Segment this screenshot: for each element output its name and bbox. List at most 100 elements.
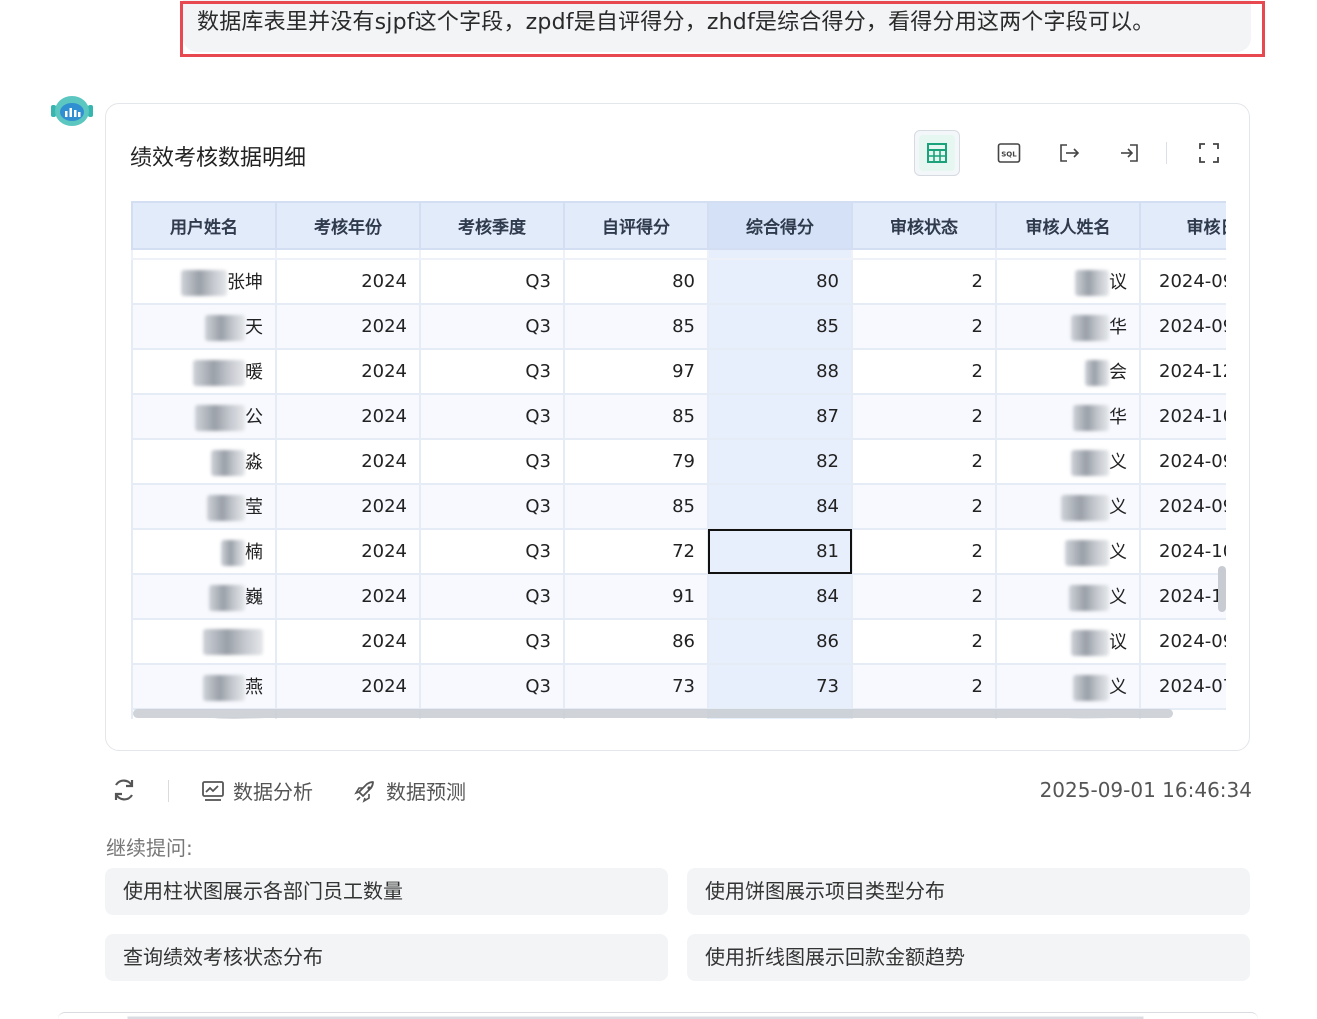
cell-self[interactable]: 79	[563, 438, 709, 485]
cell-total[interactable]: 86	[707, 618, 853, 665]
cell-reviewer[interactable]: 义	[995, 483, 1141, 530]
cell-reviewer[interactable]: 华	[995, 393, 1141, 440]
cell-name[interactable]: 天	[131, 303, 277, 350]
table-row[interactable]: 公 2024Q385872 华 2024-10	[131, 393, 1226, 440]
cell-year[interactable]: 2024	[275, 348, 421, 395]
table-row[interactable]: 暖 2024Q397882 会 2024-12	[131, 348, 1226, 395]
table-row[interactable]: 天2024Q385852华2024-09	[131, 303, 1226, 350]
cell-year[interactable]: 2024	[275, 303, 421, 350]
table-row[interactable]: 燕2024Q373732义2024-07	[131, 663, 1226, 710]
refresh-button[interactable]	[110, 776, 146, 804]
sql-button[interactable]: SQL	[986, 130, 1032, 176]
cell-status[interactable]: 2	[851, 258, 997, 305]
column-header-status[interactable]: 审核状态	[851, 201, 997, 250]
cell-quarter[interactable]: Q3	[419, 528, 565, 575]
data-table-container[interactable]: 用户姓名 考核年份 考核季度 自评得分 综合得分 审核状态 审核人姓名 审核日 …	[131, 201, 1226, 719]
suggestion-chip[interactable]: 使用折线图展示回款金额趋势	[687, 934, 1250, 981]
cell-name[interactable]: 公	[131, 393, 277, 440]
cell-status[interactable]: 2	[851, 483, 997, 530]
cell-quarter[interactable]: Q3	[419, 348, 565, 395]
cell-date[interactable]: 2024-10	[1139, 573, 1226, 620]
table-row[interactable]: 楠 2024Q372812 义 2024-10	[131, 528, 1226, 575]
cell-self[interactable]: 91	[563, 573, 709, 620]
cell-total[interactable]: 73	[707, 663, 853, 710]
cell-reviewer[interactable]: 义	[995, 663, 1141, 710]
cell-quarter[interactable]: Q3	[419, 438, 565, 485]
cell-reviewer[interactable]: 会	[995, 348, 1141, 395]
cell-date[interactable]: 2024-10	[1139, 393, 1226, 440]
cell-year[interactable]: 2024	[275, 618, 421, 665]
cell-date[interactable]: 2024-10	[1139, 528, 1226, 575]
column-header-quarter[interactable]: 考核季度	[419, 201, 565, 250]
cell-name[interactable]: 暖	[131, 348, 277, 395]
fullscreen-button[interactable]	[1186, 130, 1232, 176]
cell-name[interactable]: 巍	[131, 573, 277, 620]
table-view-button[interactable]	[914, 130, 960, 176]
cell-year[interactable]: 2024	[275, 438, 421, 485]
cell-reviewer[interactable]: 华	[995, 303, 1141, 350]
cell-name[interactable]: 楠	[131, 528, 277, 575]
suggestion-chip[interactable]: 查询绩效考核状态分布	[105, 934, 668, 981]
cell-date[interactable]: 2024-09	[1139, 483, 1226, 530]
data-analysis-button[interactable]: 数据分析	[201, 776, 313, 805]
cell-year[interactable]: 2024	[275, 528, 421, 575]
cell-year[interactable]: 2024	[275, 573, 421, 620]
cell-total[interactable]: 81	[707, 528, 853, 575]
cell-date[interactable]: 2024-09	[1139, 258, 1226, 305]
cell-status[interactable]: 2	[851, 303, 997, 350]
cell-self[interactable]: 85	[563, 483, 709, 530]
cell-self[interactable]: 85	[563, 393, 709, 440]
cell-total[interactable]: 84	[707, 573, 853, 620]
cell-name[interactable]: 淼	[131, 438, 277, 485]
cell-name[interactable]: 燕	[131, 663, 277, 710]
cell-quarter[interactable]: Q3	[419, 573, 565, 620]
cell-self[interactable]: 86	[563, 618, 709, 665]
table-row[interactable]: 淼 2024Q379822 义 2024-09	[131, 438, 1226, 485]
cell-quarter[interactable]: Q3	[419, 393, 565, 440]
cell-total[interactable]: 85	[707, 303, 853, 350]
cell-total[interactable]: 80	[707, 258, 853, 305]
table-row[interactable]: 2024Q386862议2024-09	[131, 618, 1226, 665]
horizontal-scrollbar[interactable]	[133, 709, 1173, 718]
cell-self[interactable]: 85	[563, 303, 709, 350]
cell-self[interactable]: 73	[563, 663, 709, 710]
cell-quarter[interactable]: Q3	[419, 258, 565, 305]
cell-date[interactable]: 2024-09	[1139, 438, 1226, 485]
cell-year[interactable]: 2024	[275, 393, 421, 440]
cell-status[interactable]: 2	[851, 393, 997, 440]
cell-name[interactable]	[131, 618, 277, 665]
table-row[interactable]: 张坤2024Q380802议2024-09	[131, 258, 1226, 305]
cell-status[interactable]: 2	[851, 618, 997, 665]
cell-status[interactable]: 2	[851, 573, 997, 620]
cell-reviewer[interactable]: 义	[995, 528, 1141, 575]
cell-status[interactable]: 2	[851, 348, 997, 395]
cell-total[interactable]: 82	[707, 438, 853, 485]
import-button[interactable]	[1106, 130, 1152, 176]
suggestion-chip[interactable]: 使用柱状图展示各部门员工数量	[105, 868, 668, 915]
vertical-scrollbar[interactable]	[1218, 566, 1226, 612]
cell-name[interactable]: 莹	[131, 483, 277, 530]
cell-quarter[interactable]: Q3	[419, 663, 565, 710]
cell-status[interactable]: 2	[851, 438, 997, 485]
cell-total[interactable]: 87	[707, 393, 853, 440]
column-header-total-score[interactable]: 综合得分	[707, 201, 853, 250]
column-header-self-score[interactable]: 自评得分	[563, 201, 709, 250]
column-header-review-date[interactable]: 审核日	[1139, 201, 1226, 250]
cell-reviewer[interactable]: 义	[995, 573, 1141, 620]
export-button[interactable]	[1046, 130, 1092, 176]
cell-quarter[interactable]: Q3	[419, 483, 565, 530]
table-row[interactable]: 莹 2024Q385842 义 2024-09	[131, 483, 1226, 530]
cell-total[interactable]: 84	[707, 483, 853, 530]
cell-self[interactable]: 72	[563, 528, 709, 575]
cell-self[interactable]: 97	[563, 348, 709, 395]
column-header-reviewer[interactable]: 审核人姓名	[995, 201, 1141, 250]
suggestion-chip[interactable]: 使用饼图展示项目类型分布	[687, 868, 1250, 915]
cell-self[interactable]: 80	[563, 258, 709, 305]
cell-date[interactable]: 2024-09	[1139, 303, 1226, 350]
cell-total[interactable]: 88	[707, 348, 853, 395]
cell-quarter[interactable]: Q3	[419, 303, 565, 350]
cell-name[interactable]: 张坤	[131, 258, 277, 305]
cell-date[interactable]: 2024-07	[1139, 663, 1226, 710]
cell-status[interactable]: 2	[851, 663, 997, 710]
cell-reviewer[interactable]: 议	[995, 258, 1141, 305]
